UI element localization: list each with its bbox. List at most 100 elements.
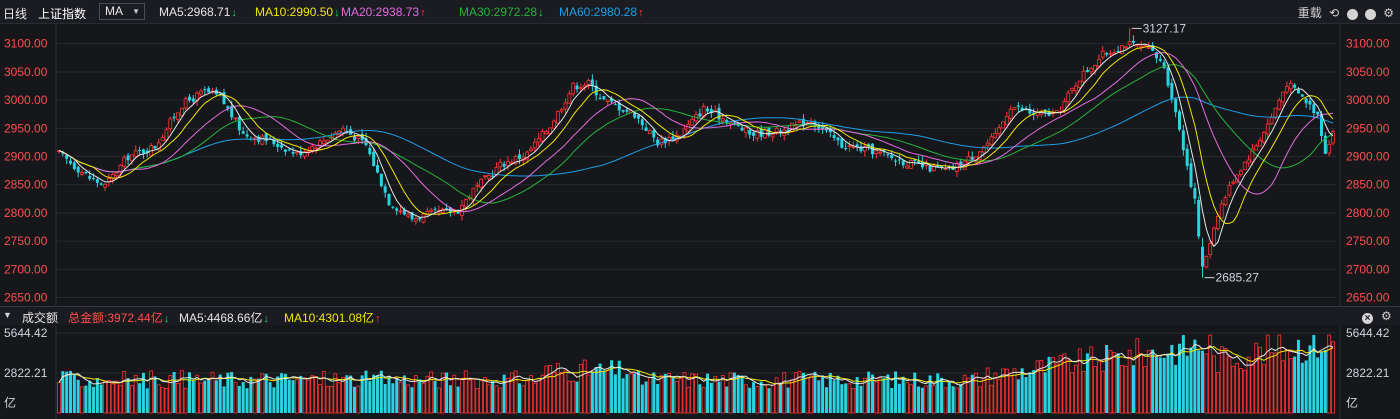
volume-bar [257,378,261,413]
volume-bar [974,372,979,414]
indicator-select[interactable]: MA ▼ [99,3,145,20]
volume-bar [272,387,276,413]
volume-bar [821,375,825,413]
volume-bar [575,381,579,413]
candle-body [1277,99,1282,110]
volume-bar [1174,364,1178,413]
candle-body [1197,200,1201,237]
candle-body [1312,104,1316,114]
candle-body [1193,187,1197,199]
volume-bar [847,383,852,414]
volume-bar [368,381,372,413]
volume-bar [1028,372,1032,413]
volume-bar [809,375,814,414]
volume-bar [1204,353,1209,414]
volume-bar [748,387,752,413]
candle-body [1081,70,1086,83]
volume-bar [203,380,207,413]
y-tick-label-right: 2650.00 [1346,291,1390,305]
candle-body [1208,243,1213,256]
volume-bar [1212,355,1216,414]
undo-icon[interactable]: ⟲ [1329,6,1339,20]
candle-body [114,172,119,177]
volume-bar [878,377,883,414]
collapse-icon[interactable]: ▼ [3,310,12,320]
volume-bar [947,381,951,413]
candle-body [368,147,372,155]
volume-bar [1100,370,1105,414]
volume-bar [1331,341,1335,414]
candle-body [1327,143,1332,154]
candle-body [475,184,480,187]
volume-bar [160,387,165,414]
volume-bar [836,375,840,413]
volume-bar [1273,352,1278,414]
volume-bar [813,371,817,413]
candle-body [429,209,434,212]
volume-bar [874,381,879,414]
candle-body [1108,52,1113,55]
volume-bar [172,372,176,413]
volume-bar [1293,356,1297,413]
candle-body [1105,53,1109,55]
gear-icon[interactable]: ⚙ [1383,6,1394,20]
volume-bar [698,384,702,413]
volume-chart[interactable]: 5644.42 5644.42 2822.21 2822.21 亿 亿 [0,325,1400,419]
chart-tools: 重载 ⟲ + − ⚙ [1294,4,1394,21]
candle-body [1215,215,1220,229]
index-name[interactable]: 上证指数 [38,5,86,22]
candle-body [172,116,176,119]
price-chart[interactable]: 3100.00 3100.00 3050.00 3050.00 3000.00 3000.… [0,24,1400,306]
volume-bar [682,372,687,414]
volume-bar [337,382,342,414]
candle-body [264,133,268,142]
candle-body [502,163,506,167]
arrow-down-icon: ↓ [334,7,340,19]
volume-bar [590,371,594,413]
volume-bar [191,380,195,413]
volume-bar [1254,342,1259,414]
candle-body [1004,116,1009,126]
volume-bar [940,377,944,413]
volume-bar [1185,355,1189,413]
volume-bar [844,383,848,413]
volume-bar [456,386,460,413]
candle-body [372,151,376,167]
reload-button[interactable]: 重载 [1298,4,1322,21]
candle-body [1181,130,1185,151]
y-tick-label-left: 2850.00 [4,178,48,192]
volume-bar [486,384,491,414]
y-tick-label-right: 2750.00 [1346,234,1390,248]
close-icon[interactable]: × [1362,309,1373,324]
candle-body [356,135,361,140]
volume-bar [222,386,226,413]
candle-body [901,160,905,166]
zoom-out-icon[interactable]: − [1364,8,1376,20]
y-tick-label-right: 3100.00 [1346,37,1390,51]
volume-bar [1016,379,1020,413]
volume-bar [571,380,576,414]
candle-body [1001,121,1005,129]
candle-body [1212,227,1216,246]
candle-body [126,155,130,161]
ma10-line [58,45,1334,225]
volume-bar [88,380,92,413]
gear-icon[interactable]: ⚙ [1381,309,1392,323]
volume-bar [1035,360,1040,414]
volume-bar [1043,372,1047,413]
y-tick-label-right: 2800.00 [1346,206,1390,220]
volume-bar [1166,353,1170,413]
candle-body [506,161,510,166]
zoom-in-icon[interactable]: + [1346,8,1358,20]
candle-body [706,108,710,112]
candle-body [133,150,138,157]
candle-body [1012,107,1017,110]
volume-bar [218,374,222,413]
candle-body [241,131,245,134]
volume-bar [475,388,480,414]
candle-body [886,154,890,156]
candle-body [179,107,184,116]
candle-body [797,120,802,123]
period-selector[interactable]: 日线 [3,5,27,22]
candle-body [740,127,744,131]
